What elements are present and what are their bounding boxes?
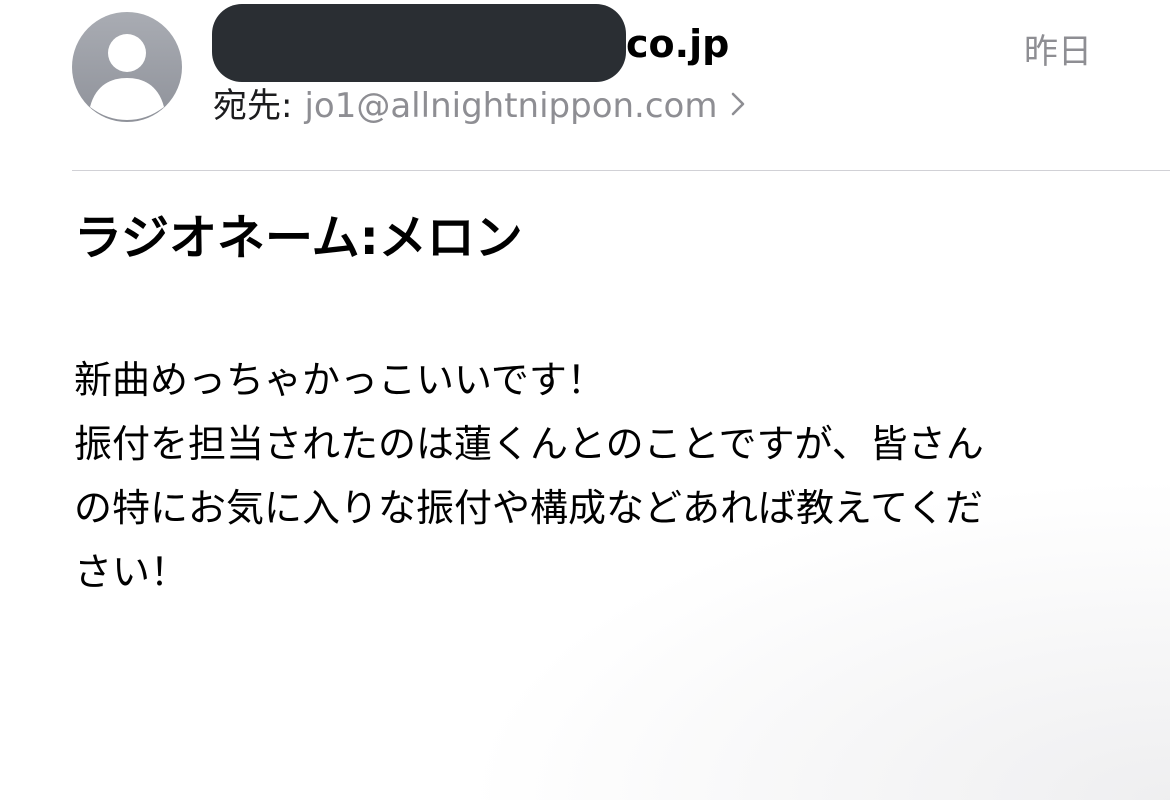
body-line: 振付を担当されたのは蓮くんとのことですが、皆さん [74, 422, 984, 466]
recipient-row[interactable]: 宛先: jo1@allnightnippon.com [213, 86, 745, 126]
sender-domain: co.jp [626, 22, 730, 66]
message-body: 新曲めっちゃかっこいいです！ 振付を担当されたのは蓮くんとのことですが、皆さん … [74, 348, 1104, 604]
header-divider [72, 170, 1170, 171]
recipient-label: 宛先: [213, 86, 293, 126]
chevron-right-icon[interactable] [731, 85, 745, 125]
person-placeholder-icon [90, 34, 164, 120]
recipient-address[interactable]: jo1@allnightnippon.com [304, 86, 717, 126]
message-subject: ラジオネーム:メロン [74, 210, 523, 266]
message-header: co.jp 昨日 宛先: jo1@allnightnippon.com [0, 0, 1170, 170]
sender-avatar[interactable] [72, 12, 182, 122]
body-line: さい！ [74, 550, 189, 594]
body-line: の特にお気に入りな振付や構成などあれば教えてくだ [74, 486, 983, 530]
message-date: 昨日 [1024, 32, 1092, 72]
body-line: 新曲めっちゃかっこいいです！ [74, 358, 605, 402]
sender-name[interactable]: co.jp [212, 4, 912, 82]
redacted-sender-block [212, 4, 626, 82]
